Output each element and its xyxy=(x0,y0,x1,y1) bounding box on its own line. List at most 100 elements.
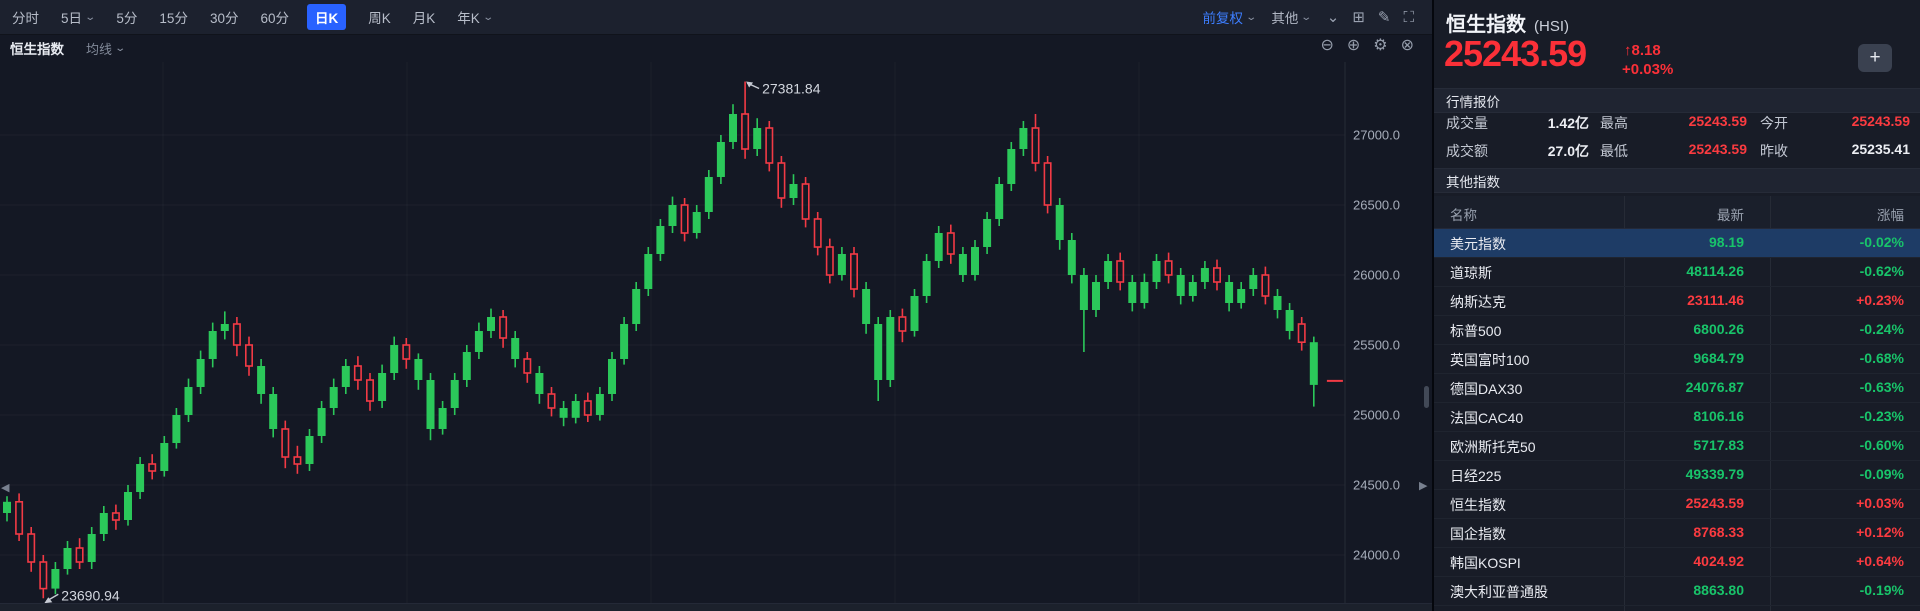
quote-panel: 恒生指数 (HSI) 25243.59 ↑8.18 +0.03% + 行情报价 … xyxy=(1432,0,1920,611)
index-change-pct: -0.24% xyxy=(1860,321,1904,337)
y-axis-tick: 25000.0 xyxy=(1353,408,1400,423)
quote-grid: 成交量1.42亿最高25243.59今开25243.59成交额27.0亿最低25… xyxy=(1434,113,1920,168)
index-name: 韩国KOSPI xyxy=(1450,553,1521,573)
chevron-down-icon: ⌄ xyxy=(84,12,96,23)
index-change-pct: -0.19% xyxy=(1860,582,1904,598)
ma-dropdown[interactable]: 均线⌄ xyxy=(86,39,124,58)
index-change-pct: -0.09% xyxy=(1860,466,1904,482)
quote-value: 25243.59 xyxy=(1434,113,1910,129)
dropdown-caret-icon[interactable]: ⌄ xyxy=(1327,10,1340,25)
index-change-pct: +0.23% xyxy=(1856,292,1904,308)
index-last: 4024.92 xyxy=(1693,553,1744,569)
chart-region: 27000.0 26500.0 26000.0 25500.0 25000.0 24500… xyxy=(0,0,1432,611)
index-last: 24076.87 xyxy=(1686,379,1744,395)
up-arrow-icon: ↑ xyxy=(1624,42,1632,59)
index-row-道琼斯[interactable]: 道琼斯48114.26-0.62% xyxy=(1434,258,1920,287)
quote-value: 25235.41 xyxy=(1434,141,1910,157)
y-axis-tick: 27000.0 xyxy=(1353,128,1400,143)
index-row-美元指数[interactable]: 美元指数98.19-0.02% xyxy=(1434,229,1920,258)
col-name: 名称 xyxy=(1450,204,1477,224)
adjust-dropdown[interactable]: 前复权⌄ xyxy=(1202,7,1255,27)
period-tab-分时[interactable]: 分时 xyxy=(12,7,39,27)
period-tab-月K[interactable]: 月K xyxy=(413,7,436,27)
last-price: 25243.59 xyxy=(1444,33,1586,75)
more-dropdown[interactable]: 其他⌄ xyxy=(1271,7,1310,27)
index-row-富时意大利MIB[interactable]: 富时意大利MIB43000.48-0.29% xyxy=(1434,606,1920,611)
settings-gear-icon[interactable]: ⚙ xyxy=(1373,38,1387,54)
index-name: 欧洲斯托克50 xyxy=(1450,437,1536,457)
index-row-法国CAC40[interactable]: 法国CAC408106.16-0.23% xyxy=(1434,403,1920,432)
index-change-pct: +0.64% xyxy=(1856,553,1904,569)
y-axis-tick: 26000.0 xyxy=(1353,268,1400,283)
trading-app: 27000.0 26500.0 26000.0 25500.0 25000.0 24500… xyxy=(0,0,1920,611)
index-last: 6800.26 xyxy=(1693,321,1744,337)
index-name: 国企指数 xyxy=(1450,524,1506,544)
index-name: 澳大利亚普通股 xyxy=(1450,582,1548,602)
index-row-德国DAX30[interactable]: 德国DAX3024076.87-0.63% xyxy=(1434,374,1920,403)
add-to-watchlist-button[interactable]: + xyxy=(1858,44,1892,72)
y-axis-tick: 26500.0 xyxy=(1353,198,1400,213)
chart-symbol-label: 恒生指数 xyxy=(10,38,64,58)
index-name: 标普500 xyxy=(1450,321,1501,341)
collapse-left-handle[interactable]: ◀ xyxy=(1,481,9,494)
index-last: 25243.59 xyxy=(1686,495,1744,511)
other-indices-section-header: 其他指数 xyxy=(1434,168,1920,193)
index-last: 48114.26 xyxy=(1686,263,1744,279)
col-change: 涨幅 xyxy=(1877,204,1904,224)
index-change-pct: +0.12% xyxy=(1856,524,1904,540)
zoom-in-icon[interactable]: ⊕ xyxy=(1347,38,1360,54)
index-row-英国富时100[interactable]: 英国富时1009684.79-0.68% xyxy=(1434,345,1920,374)
period-tab-5日[interactable]: 5日⌄ xyxy=(61,7,94,27)
index-name: 恒生指数 xyxy=(1450,495,1506,515)
index-name: 英国富时100 xyxy=(1450,350,1529,370)
period-tab-5分[interactable]: 5分 xyxy=(116,7,137,27)
chevron-down-icon: ⌄ xyxy=(1301,12,1313,23)
chevron-down-icon: ⌄ xyxy=(1245,12,1257,23)
index-last: 5717.83 xyxy=(1693,437,1744,453)
index-row-日经225[interactable]: 日经22549339.79-0.09% xyxy=(1434,461,1920,490)
quote-section-header: 行情报价 xyxy=(1434,88,1920,113)
draw-pencil-icon[interactable]: ✎ xyxy=(1378,10,1391,25)
index-row-纳斯达克[interactable]: 纳斯达克23111.46+0.23% xyxy=(1434,287,1920,316)
index-last: 8106.16 xyxy=(1693,408,1744,424)
chart-legend-row: 恒生指数 均线⌄ xyxy=(0,34,1432,62)
index-row-标普500[interactable]: 标普500 6800.26 -0.24% xyxy=(1434,316,1920,345)
index-row-欧洲斯托克50[interactable]: 欧洲斯托克50 5717.83 -0.60% xyxy=(1434,432,1920,461)
chevron-down-icon: ⌄ xyxy=(482,12,494,23)
time-axis-strip xyxy=(0,603,1432,611)
period-tab-日K[interactable]: 日K xyxy=(307,4,346,30)
period-tab-周K[interactable]: 周K xyxy=(368,7,391,27)
index-last: 8768.33 xyxy=(1693,524,1744,540)
y-axis-tick: 24500.0 xyxy=(1353,478,1400,493)
index-row-澳大利亚普通股[interactable]: 澳大利亚普通股8863.80-0.19% xyxy=(1434,577,1920,606)
index-last: 49339.79 xyxy=(1686,466,1744,482)
high-annotation: 27381.84 xyxy=(762,81,821,97)
index-row-恒生指数[interactable]: 恒生指数 25243.59 +0.03% xyxy=(1434,490,1920,519)
chevron-down-icon: ⌄ xyxy=(114,43,126,54)
collapse-right-handle[interactable]: ▶ xyxy=(1419,479,1427,492)
index-change-pct: -0.68% xyxy=(1860,350,1904,366)
zoom-out-icon[interactable]: ⊖ xyxy=(1320,38,1333,54)
index-name: 纳斯达克 xyxy=(1450,292,1506,312)
period-tab-15分[interactable]: 15分 xyxy=(159,7,188,27)
period-tab-60分[interactable]: 60分 xyxy=(260,7,289,27)
chart-controls: ⊖ ⊕ ⚙ ⊗ xyxy=(1320,38,1414,54)
low-annotation: 23690.94 xyxy=(61,587,120,603)
y-axis-tick: 25500.0 xyxy=(1353,338,1400,353)
period-tab-年K[interactable]: 年K⌄ xyxy=(457,7,492,27)
candlestick-chart[interactable]: 27000.0 26500.0 26000.0 25500.0 25000.0 24500… xyxy=(0,0,1432,611)
index-change-pct: +0.03% xyxy=(1856,495,1904,511)
fullscreen-icon[interactable]: ⛶ xyxy=(1403,10,1414,25)
index-change-pct: -0.62% xyxy=(1860,263,1904,279)
index-name: 美元指数 xyxy=(1450,234,1506,254)
period-tab-30分[interactable]: 30分 xyxy=(210,7,239,27)
axis-scrollbar-thumb[interactable] xyxy=(1424,386,1429,408)
price-change: ↑8.18 xyxy=(1624,42,1661,59)
layout-grid-icon[interactable]: ⊞ xyxy=(1352,10,1365,25)
index-change-pct: -0.60% xyxy=(1860,437,1904,453)
close-icon[interactable]: ⊗ xyxy=(1401,38,1414,54)
index-row-国企指数[interactable]: 国企指数 8768.33 +0.12% xyxy=(1434,519,1920,548)
index-row-韩国KOSPI[interactable]: 韩国KOSPI 4024.92 +0.64% xyxy=(1434,548,1920,577)
indices-table: 美元指数98.19-0.02%道琼斯48114.26-0.62%纳斯达克2311… xyxy=(1434,229,1920,611)
index-name: 德国DAX30 xyxy=(1450,379,1522,399)
